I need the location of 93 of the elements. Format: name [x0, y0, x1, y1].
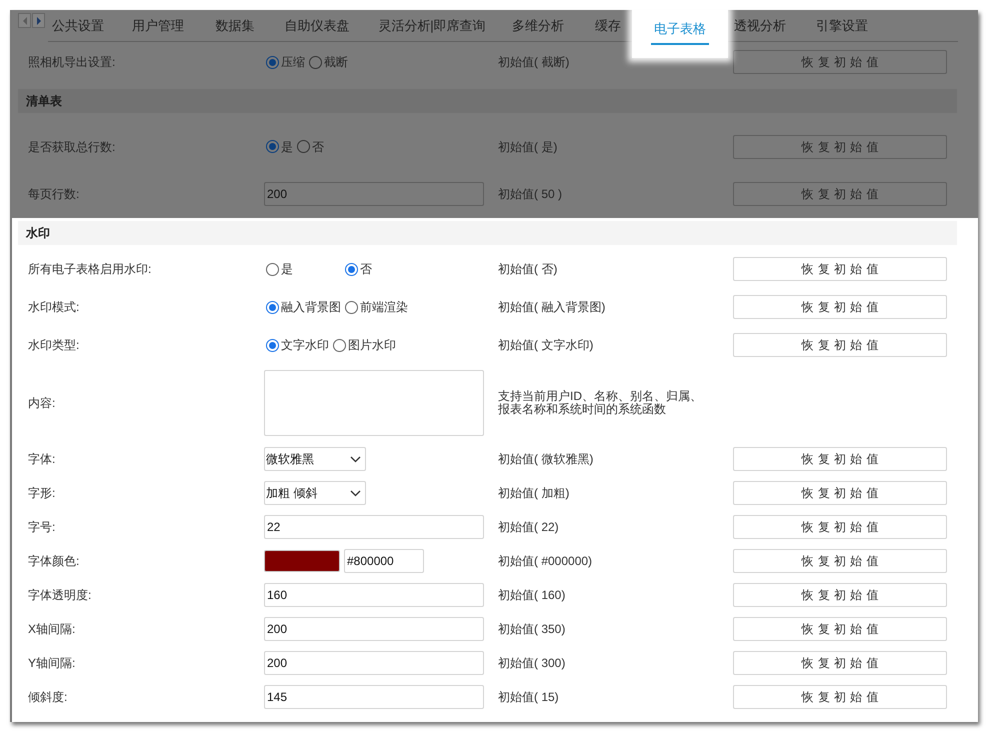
dropdown-value: 加粗 倾斜: [266, 485, 318, 502]
initial-value: 初始值( 截断): [498, 54, 570, 71]
color-field[interactable]: #800000: [344, 549, 424, 573]
reset-button[interactable]: 恢复初始值: [733, 447, 947, 471]
field-label: 字体颜色:: [27, 553, 80, 570]
radio-button[interactable]: [266, 140, 279, 153]
field-label: 水印类型:: [27, 337, 80, 354]
radio-label[interactable]: 前端渲染: [360, 298, 408, 316]
radio-button[interactable]: [333, 338, 346, 352]
radio-label[interactable]: 文字水印: [281, 336, 329, 354]
reset-button[interactable]: 恢复初始值: [733, 134, 947, 158]
radio-label[interactable]: 是: [281, 260, 293, 278]
text-field[interactable]: 160: [264, 583, 484, 607]
field-label: 字形:: [27, 485, 56, 502]
radio-label[interactable]: 否: [360, 260, 372, 278]
tab[interactable]: 自助仪表盘: [262, 10, 372, 41]
tab[interactable]: 数据集: [208, 10, 262, 41]
radio-label[interactable]: 融入背景图: [281, 298, 341, 316]
initial-value: 初始值( 15): [498, 689, 560, 706]
field-label: 字体透明度:: [27, 587, 92, 604]
triangle-right-icon: [36, 16, 42, 24]
initial-value: 初始值( 加粗): [498, 485, 570, 502]
field-label: 水印模式:: [27, 299, 80, 316]
reset-button[interactable]: 恢复初始值: [733, 515, 947, 539]
initial-value: 初始值( #000000): [498, 553, 594, 570]
tab[interactable]: 公共设置: [48, 10, 108, 41]
initial-value: 初始值( 350): [498, 621, 566, 638]
help-text: 支持当前用户ID、名称、别名、归属、报表名称和系统时间的系统函数: [498, 390, 703, 416]
tab[interactable]: 灵活分析|即席查询: [372, 10, 492, 41]
field-label: 字体:: [27, 451, 56, 468]
field-label: 内容:: [27, 395, 56, 412]
color-swatch[interactable]: [264, 550, 340, 572]
dropdown[interactable]: 加粗 倾斜: [264, 481, 366, 505]
field-label: 是否获取总行数:: [27, 138, 116, 156]
reset-button[interactable]: 恢复初始值: [733, 651, 947, 675]
triangle-left-icon: [22, 16, 28, 24]
field-label: 倾斜度:: [27, 689, 68, 706]
dropdown-value: 微软雅黑: [266, 451, 314, 468]
reset-button[interactable]: 恢复初始值: [733, 182, 947, 206]
tab[interactable]: 透视分析: [728, 10, 792, 41]
radio-button[interactable]: [345, 300, 358, 314]
radio-label[interactable]: 图片水印: [348, 336, 396, 354]
field-label: Y轴间隔:: [27, 655, 76, 672]
initial-value: 初始值( 是): [498, 138, 558, 156]
radio-label[interactable]: 压缩: [281, 53, 305, 71]
radio-button[interactable]: [266, 338, 279, 352]
section-header: 水印: [18, 221, 957, 245]
tab[interactable]: 缓存: [584, 10, 632, 41]
field-label: X轴间隔:: [27, 621, 76, 638]
tab[interactable]: 多维分析: [492, 10, 584, 41]
radio-button[interactable]: [266, 262, 279, 276]
radio-button[interactable]: [309, 56, 322, 68]
reset-button[interactable]: 恢复初始值: [733, 583, 947, 607]
text-field[interactable]: 200: [264, 617, 484, 641]
reset-button[interactable]: 恢复初始值: [733, 333, 947, 357]
radio-button[interactable]: [297, 140, 310, 153]
reset-button[interactable]: 恢复初始值: [733, 50, 947, 74]
initial-value: 初始值( 融入背景图): [498, 299, 606, 316]
initial-value: 初始值( 300): [498, 655, 566, 672]
reset-button[interactable]: 恢复初始值: [733, 257, 947, 281]
chevron-down-icon: [350, 456, 361, 462]
reset-button[interactable]: 恢复初始值: [733, 617, 947, 641]
radio-label[interactable]: 是: [281, 138, 293, 156]
radio-label[interactable]: 否: [312, 138, 324, 156]
initial-value: 初始值( 22): [498, 519, 560, 536]
text-field[interactable]: 200: [264, 651, 484, 675]
tab[interactable]: 引擎设置: [792, 10, 892, 41]
initial-value: 初始值( 50 ): [498, 186, 564, 202]
initial-value: 初始值( 否): [498, 261, 558, 278]
radio-label[interactable]: 截断: [324, 53, 348, 71]
scroll-right-button[interactable]: [32, 13, 45, 28]
dropdown[interactable]: 微软雅黑: [264, 447, 366, 471]
tab[interactable]: 用户管理: [108, 10, 208, 41]
initial-value: 初始值( 文字水印): [498, 337, 594, 354]
chevron-down-icon: [350, 490, 361, 496]
text-field[interactable]: 22: [264, 515, 484, 539]
field-label: 每页行数:: [27, 186, 80, 202]
reset-button[interactable]: 恢复初始值: [733, 549, 947, 573]
initial-value: 初始值( 微软雅黑): [498, 451, 594, 468]
field-label: 照相机导出设置:: [27, 54, 116, 71]
initial-value: 初始值( 160): [498, 587, 566, 604]
radio-button[interactable]: [266, 56, 279, 68]
field-label: 所有电子表格启用水印:: [27, 261, 152, 278]
field-label: 字号:: [27, 519, 56, 536]
text-field[interactable]: 145: [264, 685, 484, 709]
radio-button[interactable]: [345, 262, 358, 276]
reset-button[interactable]: 恢复初始值: [733, 685, 947, 709]
tab[interactable]: 电子表格: [632, 10, 728, 58]
text-field[interactable]: 200: [264, 182, 484, 206]
radio-button[interactable]: [266, 300, 279, 314]
reset-button[interactable]: 恢复初始值: [733, 481, 947, 505]
reset-button[interactable]: 恢复初始值: [733, 295, 947, 319]
section-header: 清单表: [18, 89, 957, 113]
